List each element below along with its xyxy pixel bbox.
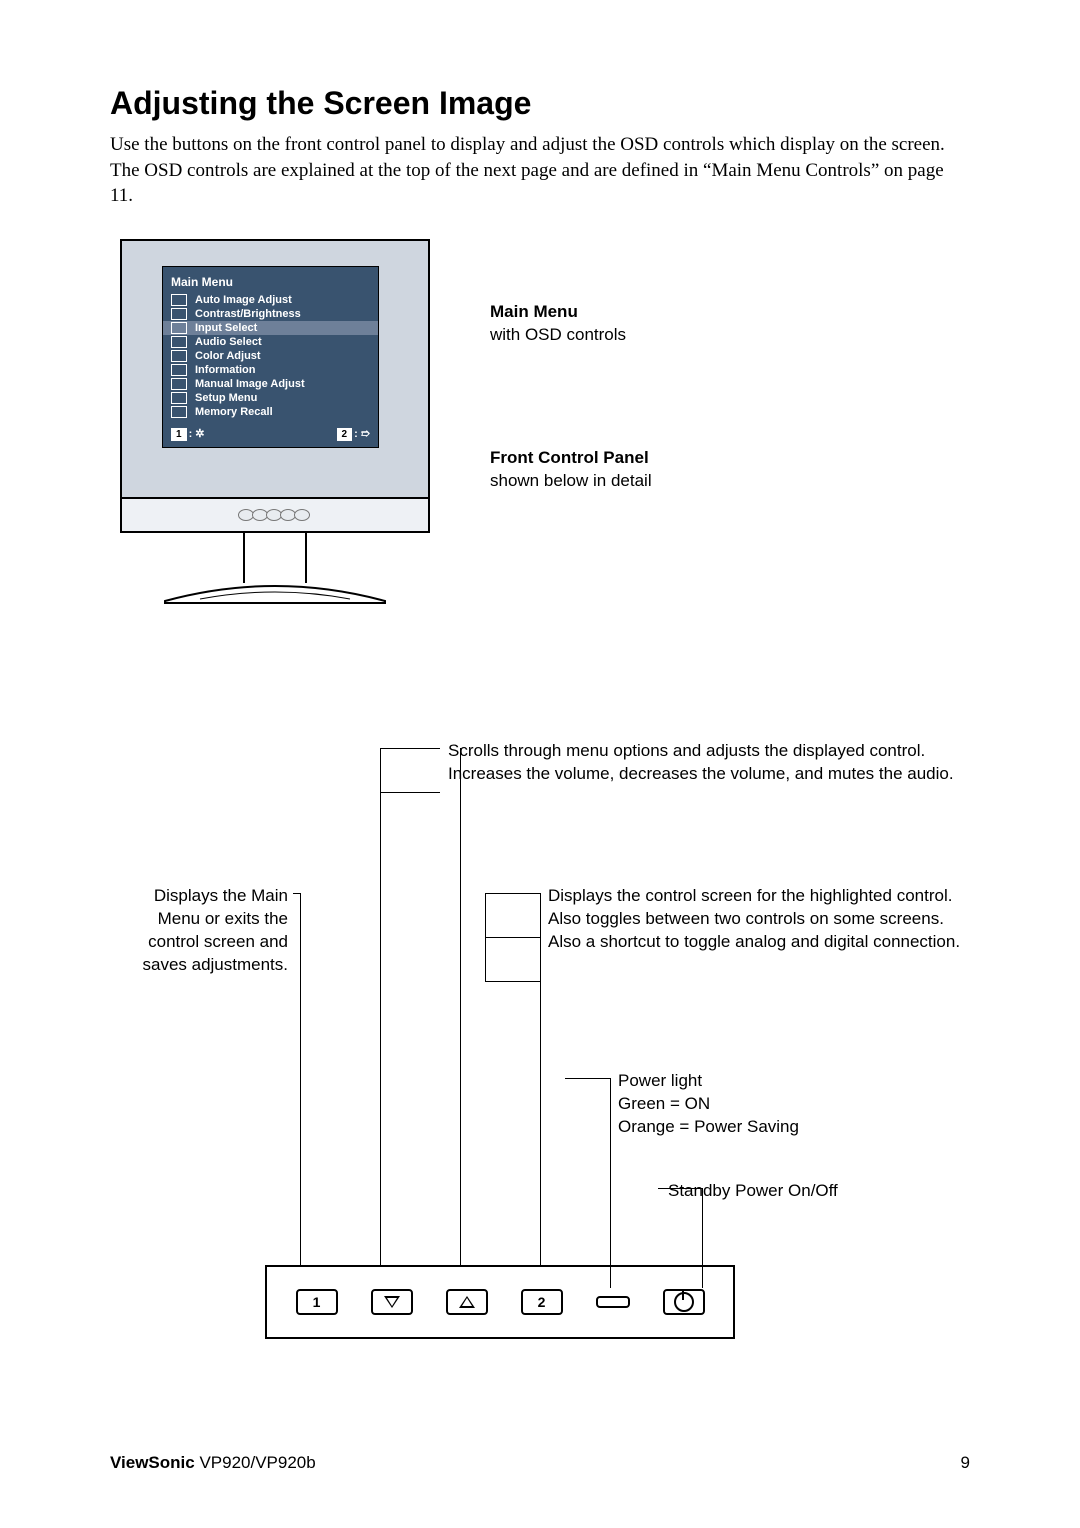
note-button-2c: Also a shortcut to toggle analog and dig…: [548, 931, 968, 954]
callout-front-panel-sub: shown below in detail: [490, 470, 652, 493]
osd-item: Setup Menu: [163, 391, 378, 405]
monitor-illustration: Main Menu Auto Image Adjust Contrast/Bri…: [120, 239, 430, 605]
note-scroll-2: Increases the volume, decreases the volu…: [448, 763, 958, 786]
page-title: Adjusting the Screen Image: [110, 85, 970, 122]
note-power-save: Orange = Power Saving: [618, 1116, 968, 1139]
triangle-down-icon: [384, 1296, 400, 1308]
osd-icon: [171, 364, 187, 376]
osd-item: Manual Image Adjust: [163, 377, 378, 391]
button-down[interactable]: [371, 1289, 413, 1315]
page-footer: ViewSonic VP920/VP920b 9: [110, 1453, 970, 1473]
osd-icon: [171, 378, 187, 390]
front-panel-buttons: 1 2: [265, 1265, 735, 1339]
osd-item-label: Audio Select: [195, 336, 262, 348]
osd-icon: [171, 406, 187, 418]
monitor-callouts: Main Menu with OSD controls Front Contro…: [490, 301, 652, 593]
note-power-on: Green = ON: [618, 1093, 968, 1116]
osd-item-label: Information: [195, 364, 256, 376]
osd-item: Color Adjust: [163, 349, 378, 363]
osd-item: Information: [163, 363, 378, 377]
monitor-stand-base: [160, 581, 390, 605]
osd-item-label: Auto Image Adjust: [195, 294, 292, 306]
note-scroll-1: Scrolls through menu options and adjusts…: [448, 740, 958, 763]
button-power[interactable]: [663, 1289, 705, 1315]
osd-footer: 1: ✲ 2: ➱: [163, 423, 378, 447]
osd-item-label: Manual Image Adjust: [195, 378, 305, 390]
note-button-1: Displays the Main Menu or exits the cont…: [108, 885, 288, 977]
bezel-buttons-icon: [240, 509, 310, 521]
osd-item-highlighted: Input Select: [163, 321, 378, 335]
monitor-screen: Main Menu Auto Image Adjust Contrast/Bri…: [120, 239, 430, 499]
power-icon: [674, 1292, 694, 1312]
front-panel-diagram: Displays the Main Menu or exits the cont…: [0, 700, 1080, 1400]
monitor-bezel: [120, 499, 430, 533]
callout-front-panel-heading: Front Control Panel: [490, 447, 652, 470]
osd-foot-left: 1: [171, 428, 187, 441]
button-2[interactable]: 2: [521, 1289, 563, 1315]
button-1[interactable]: 1: [296, 1289, 338, 1315]
osd-item-label: Memory Recall: [195, 406, 273, 418]
intro-paragraph: Use the buttons on the front control pan…: [110, 132, 970, 209]
monitor-stand-neck: [243, 533, 307, 583]
osd-item: Memory Recall: [163, 405, 378, 419]
button-up[interactable]: [446, 1289, 488, 1315]
osd-foot-right: 2: [337, 428, 353, 441]
callout-main-menu-heading: Main Menu: [490, 301, 652, 324]
triangle-up-icon: [459, 1296, 475, 1308]
osd-icon: [171, 308, 187, 320]
footer-brand: ViewSonic: [110, 1453, 195, 1472]
footer-page-number: 9: [961, 1453, 970, 1473]
power-led: [596, 1296, 630, 1308]
osd-menu: Main Menu Auto Image Adjust Contrast/Bri…: [162, 266, 379, 448]
footer-model: VP920/VP920b: [195, 1453, 316, 1472]
osd-icon: [171, 322, 187, 334]
osd-icon: [171, 336, 187, 348]
note-button-2a: Displays the control screen for the high…: [548, 885, 968, 908]
note-standby: Standby Power On/Off: [668, 1180, 918, 1203]
osd-icon: [171, 350, 187, 362]
osd-item: Audio Select: [163, 335, 378, 349]
note-button-2b: Also toggles between two controls on som…: [548, 908, 968, 931]
osd-icon: [171, 392, 187, 404]
monitor-figure: Main Menu Auto Image Adjust Contrast/Bri…: [110, 239, 970, 619]
osd-item: Contrast/Brightness: [163, 307, 378, 321]
osd-item-label: Contrast/Brightness: [195, 308, 301, 320]
osd-item-label: Color Adjust: [195, 350, 261, 362]
note-power-light: Power light: [618, 1070, 968, 1093]
osd-item-label: Setup Menu: [195, 392, 257, 404]
osd-item: Auto Image Adjust: [163, 293, 378, 307]
osd-title: Main Menu: [163, 273, 378, 293]
osd-icon: [171, 294, 187, 306]
callout-main-menu-sub: with OSD controls: [490, 324, 652, 347]
osd-item-label: Input Select: [195, 322, 257, 334]
